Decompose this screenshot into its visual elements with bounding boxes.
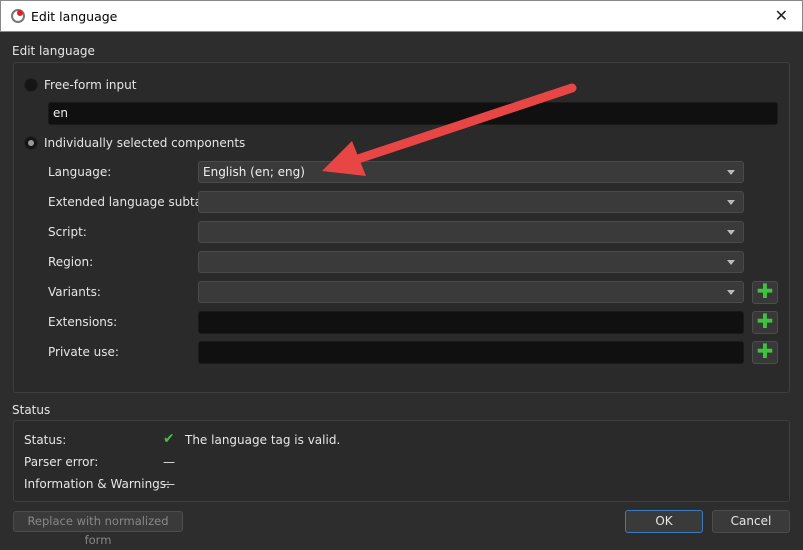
row-label: Script:	[48, 225, 87, 239]
chevron-down-icon	[727, 230, 735, 235]
add-icon[interactable]: ✚	[752, 341, 778, 364]
cancel-button[interactable]: Cancel	[712, 510, 790, 533]
individual-label[interactable]: Individually selected components	[44, 136, 245, 150]
status-group-title: Status	[12, 403, 51, 417]
status-row-value: —	[163, 455, 175, 469]
title-bar: Edit language ✕	[0, 0, 803, 32]
row-input[interactable]	[198, 341, 744, 364]
ok-button[interactable]: OK	[625, 510, 703, 533]
free-form-input[interactable]: en	[48, 102, 778, 125]
status-row-value: The language tag is valid.	[185, 433, 341, 447]
chevron-down-icon	[727, 290, 735, 295]
status-row-label: Information & Warnings:	[24, 477, 171, 491]
check-icon: ✔	[163, 431, 175, 447]
combo-value: English (en; eng)	[203, 165, 305, 179]
free-form-label[interactable]: Free-form input	[44, 78, 136, 92]
row-combo[interactable]	[198, 251, 744, 273]
row-combo[interactable]	[198, 191, 744, 213]
status-row-label: Status:	[24, 433, 67, 447]
row-combo[interactable]	[198, 281, 744, 303]
row-label: Private use:	[48, 345, 119, 359]
row-combo[interactable]	[198, 221, 744, 243]
chevron-down-icon	[727, 170, 735, 175]
row-label: Language:	[48, 165, 112, 179]
add-icon[interactable]: ✚	[752, 281, 778, 304]
edit-group-title: Edit language	[12, 44, 95, 58]
close-icon[interactable]: ✕	[775, 6, 788, 25]
row-label: Variants:	[48, 285, 101, 299]
replace-normalized-button[interactable]: Replace with normalized form	[13, 511, 183, 547]
row-combo[interactable]: English (en; eng)	[198, 161, 744, 183]
window-title: Edit language	[31, 9, 118, 24]
row-label: Region:	[48, 255, 94, 269]
status-row-value: —	[163, 477, 175, 491]
individual-radio[interactable]	[24, 136, 38, 150]
add-icon[interactable]: ✚	[752, 311, 778, 334]
chevron-down-icon	[727, 260, 735, 265]
row-input[interactable]	[198, 311, 744, 334]
chevron-down-icon	[727, 200, 735, 205]
free-form-radio[interactable]	[24, 78, 38, 92]
row-label: Extended language subtag:	[48, 195, 214, 209]
app-icon	[11, 9, 25, 23]
row-label: Extensions:	[48, 315, 118, 329]
status-row-label: Parser error:	[24, 455, 99, 469]
